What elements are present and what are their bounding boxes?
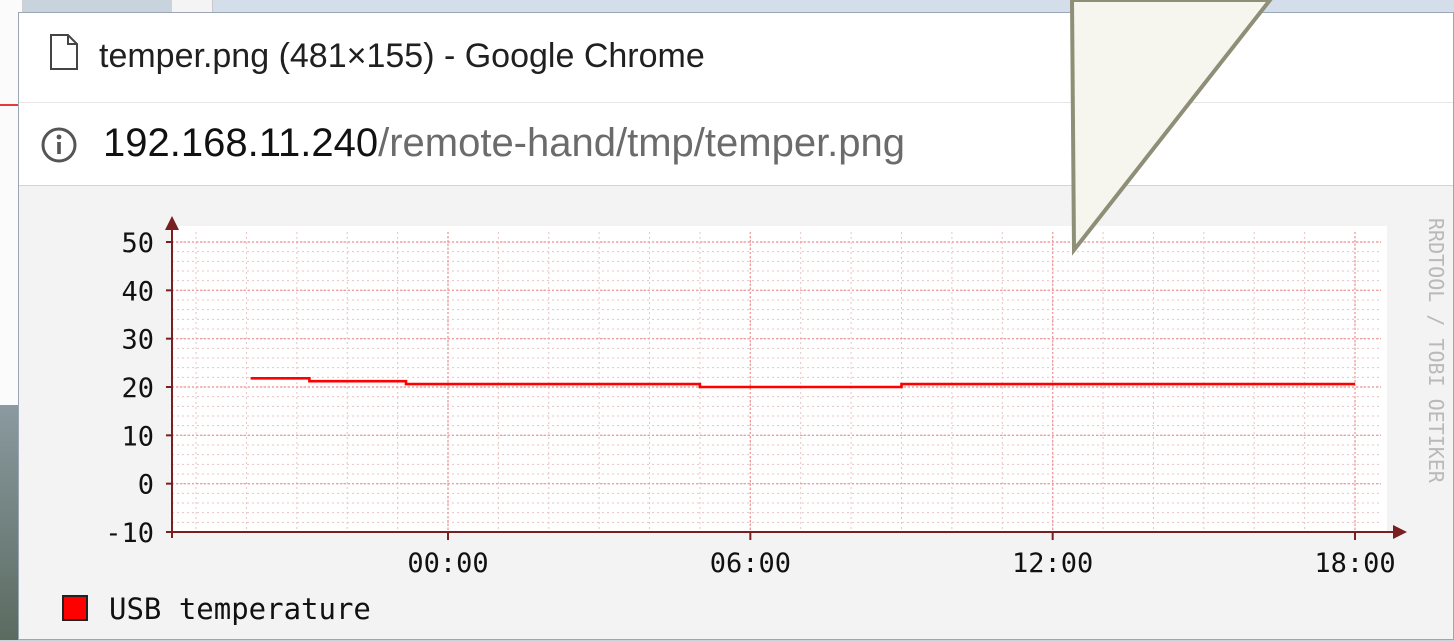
legend-label: USB temperature xyxy=(109,592,371,626)
document-icon xyxy=(50,34,78,70)
y-tick-label: 40 xyxy=(121,276,154,307)
x-tick-label: 12:00 xyxy=(1012,548,1093,579)
info-icon[interactable] xyxy=(39,125,79,165)
window-title: temper.png (481×155) - Google Chrome xyxy=(99,37,705,75)
url-host: 192.168.11.240 xyxy=(103,121,379,165)
url-path: /remote-hand/tmp/temper.png xyxy=(378,121,906,165)
x-tick-label: 06:00 xyxy=(710,548,791,579)
image-viewport: 50 40 30 20 10 0 -10 00:00 06:00 12:00 18:00 RRDTOO… xyxy=(19,186,1453,639)
title-bar[interactable]: temper.png (481×155) - Google Chrome xyxy=(19,13,1453,102)
chrome-popup-window[interactable]: temper.png (481×155) - Google Chrome 192… xyxy=(18,12,1454,640)
url-text[interactable]: 192.168.11.240/remote-hand/tmp/temper.pn… xyxy=(103,121,905,166)
y-tick-label: 10 xyxy=(121,421,154,452)
x-tick-label: 00:00 xyxy=(407,548,488,579)
y-tick-label: -10 xyxy=(105,518,154,549)
y-tick-label: 0 xyxy=(138,470,154,501)
y-tick-label: 30 xyxy=(121,325,154,356)
legend-swatch xyxy=(62,595,88,621)
x-axis-arrow xyxy=(1393,525,1407,539)
temperature-chart: 50 40 30 20 10 0 -10 00:00 06:00 12:00 18:00 RRDTOO… xyxy=(62,216,1448,626)
y-tick-label: 50 xyxy=(121,228,154,259)
plot-area xyxy=(172,226,1387,532)
y-axis-arrow xyxy=(165,216,179,230)
x-tick-label: 18:00 xyxy=(1314,548,1395,579)
y-tick-label: 20 xyxy=(121,373,154,404)
address-bar[interactable]: 192.168.11.240/remote-hand/tmp/temper.pn… xyxy=(19,102,1453,187)
watermark: RRDTOOL / TOBI OETIKER xyxy=(1424,218,1448,484)
